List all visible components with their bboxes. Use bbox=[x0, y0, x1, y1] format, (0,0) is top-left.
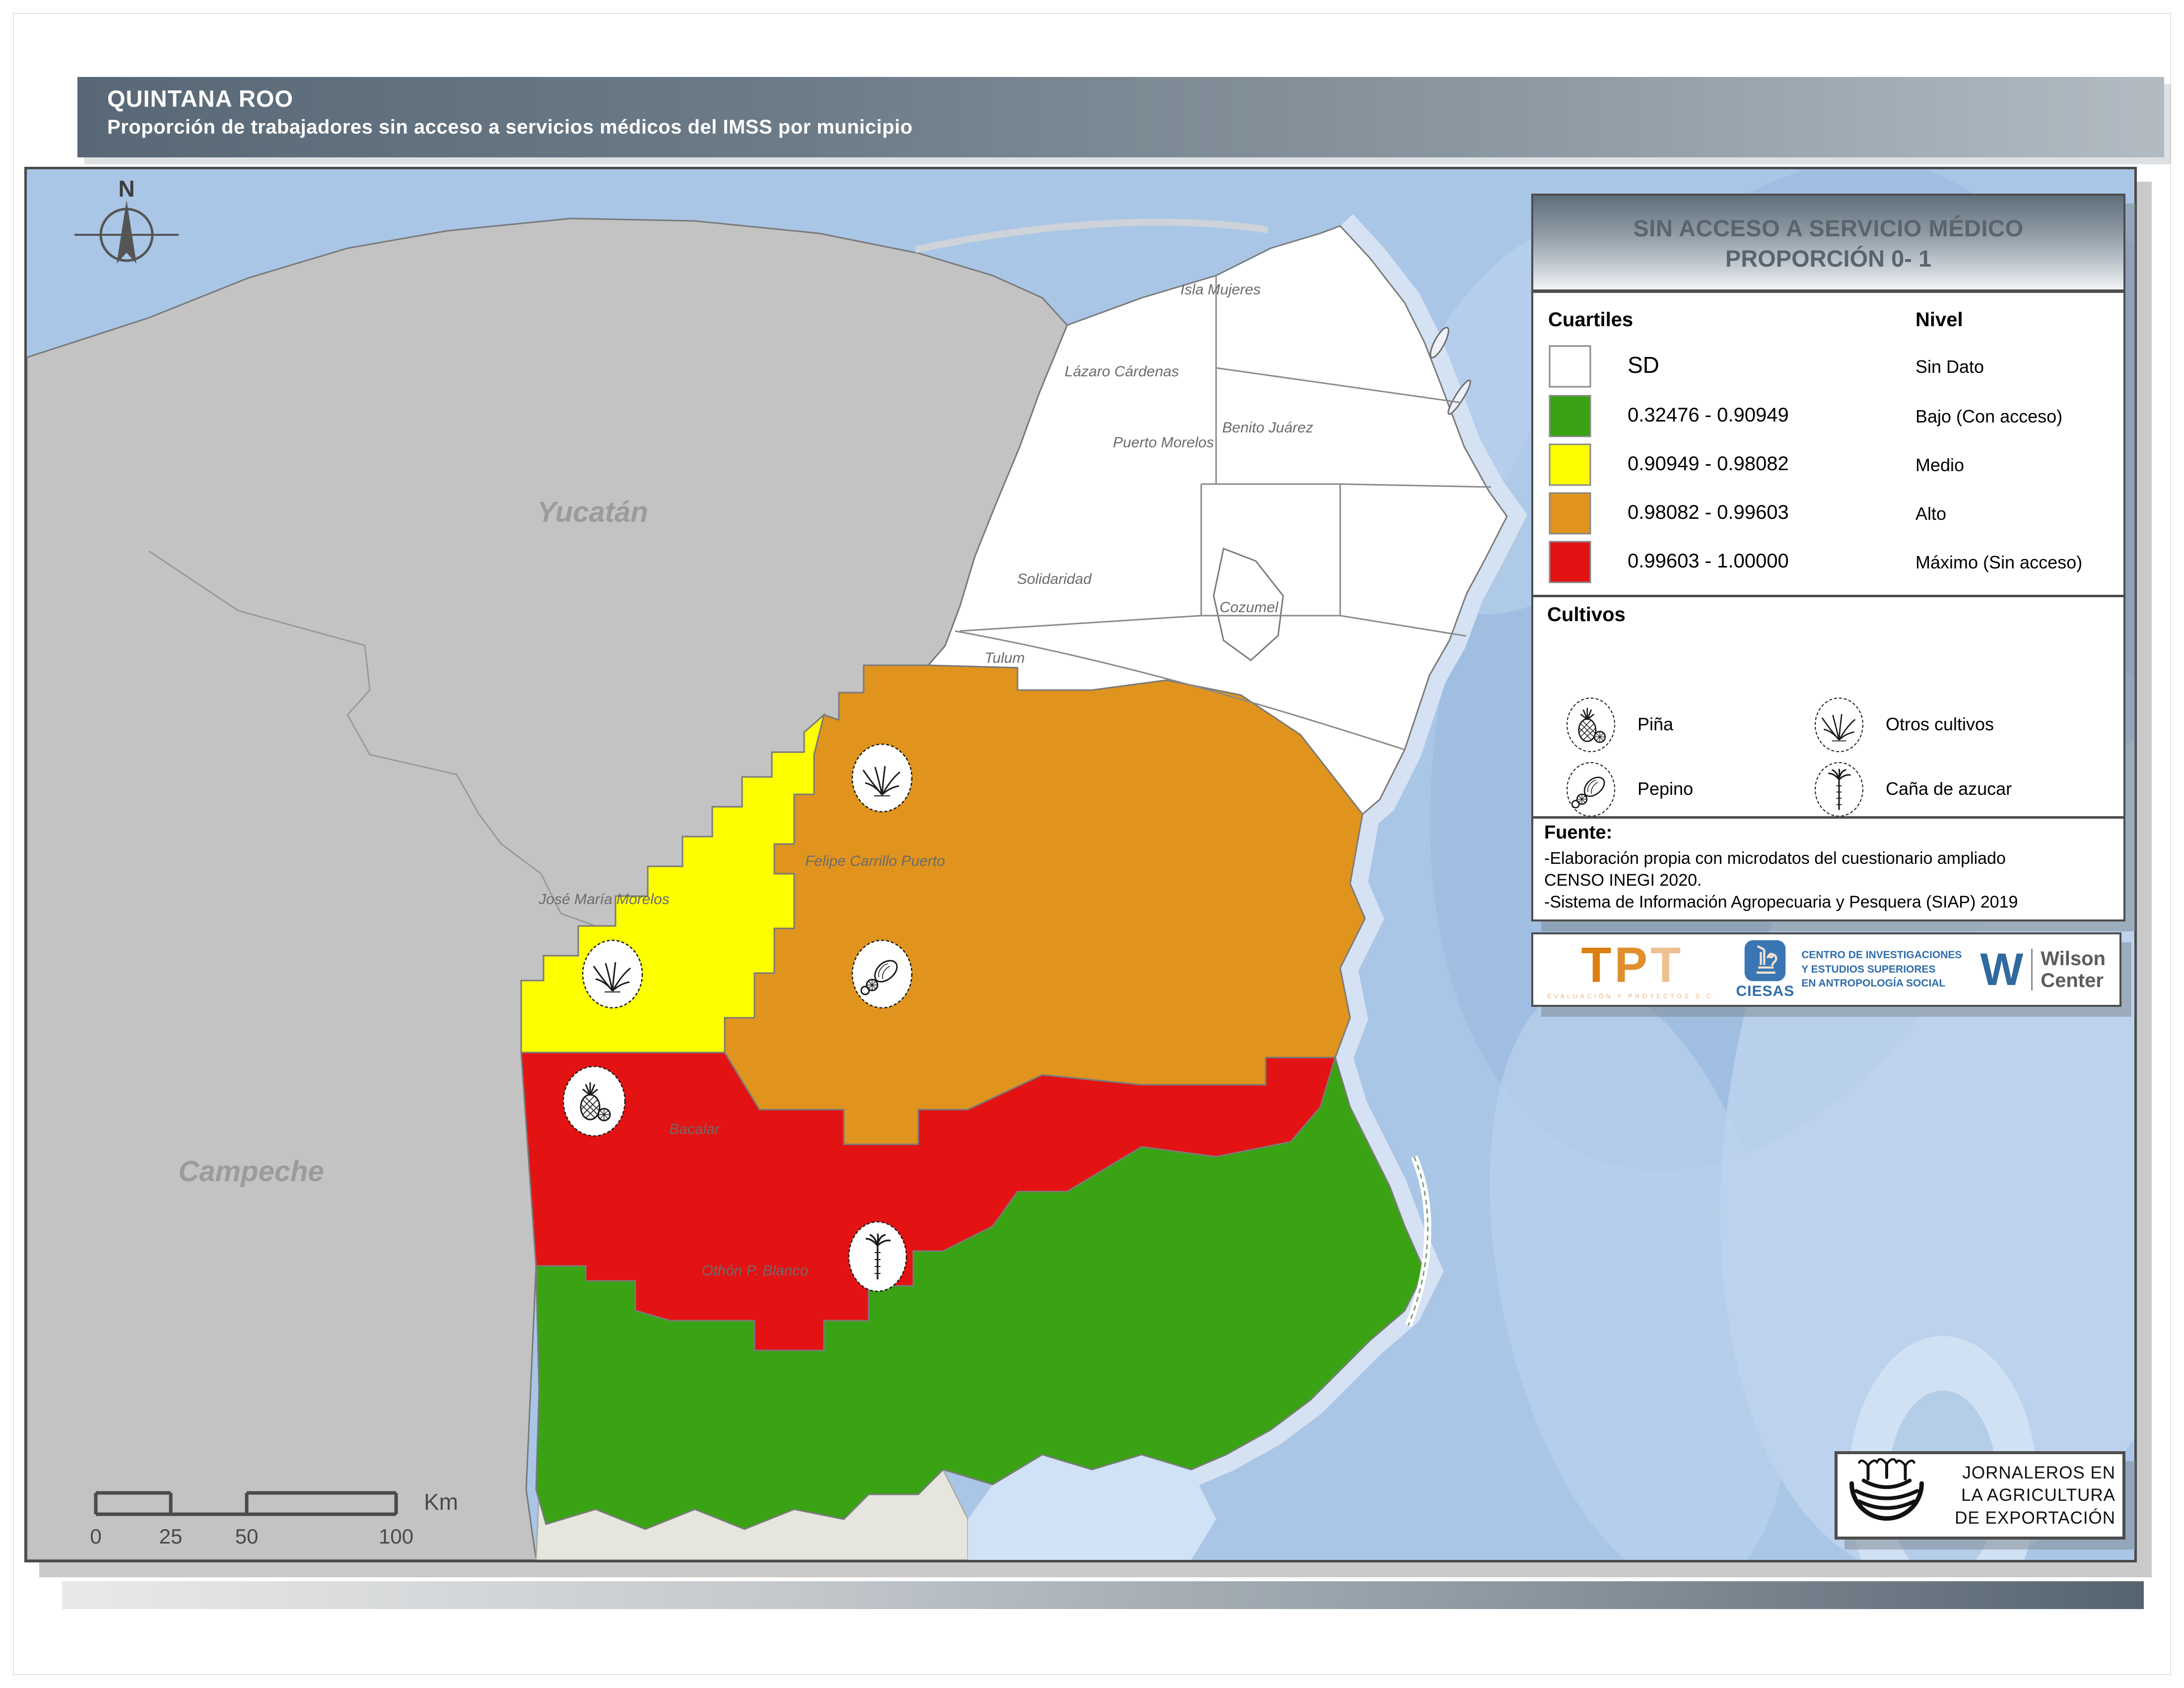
jornaleros-line: JORNALEROS EN bbox=[1934, 1462, 2116, 1484]
legend-header: SIN ACCESO A SERVICIO MÉDICO PROPORCIÓN … bbox=[1533, 196, 2123, 293]
fuente-title: Fuente: bbox=[1544, 822, 1612, 844]
muni-label-isla-mujeres: Isla Mujeres bbox=[1180, 281, 1261, 298]
cultivo-label-pepino: Pepino bbox=[1638, 778, 1693, 799]
legend-level: Sin Dato bbox=[1915, 356, 1984, 377]
jornaleros-line: DE EXPORTACIÓN bbox=[1934, 1507, 2116, 1530]
legend-level: Bajo (Con acceso) bbox=[1915, 406, 2062, 427]
legend-title-line2: PROPORCIÓN 0- 1 bbox=[1533, 245, 2123, 272]
swatch-alto bbox=[1548, 492, 1592, 535]
ciesas-line: EN ANTROPOLOGÍA SOCIAL bbox=[1801, 977, 1962, 990]
ciesas-acronym: CIESAS bbox=[1736, 983, 1795, 1000]
ciesas-logo: CIESAS CENTRO DE INVESTIGACIONES Y ESTUD… bbox=[1736, 939, 1962, 1000]
ciesas-icon bbox=[1744, 939, 1786, 982]
cucumber-icon bbox=[1563, 762, 1619, 817]
muni-label-lazaro-cardenas: Lázaro Cárdenas bbox=[1065, 363, 1179, 380]
logos-box: TPT EVALUACIÓN Y PROYECTOS S.C. CIESAS C… bbox=[1531, 932, 2121, 1007]
scale-tick-0: 0 bbox=[90, 1525, 101, 1548]
muni-label-benito-juarez: Benito Juárez bbox=[1222, 420, 1313, 436]
wilson-line: Wilson bbox=[2041, 948, 2106, 970]
pineapple-icon bbox=[1563, 697, 1619, 753]
legend-range: 0.90949 - 0.98082 bbox=[1628, 453, 1789, 475]
fuente-line: -Sistema de Información Agropecuaria y P… bbox=[1544, 893, 2018, 912]
cultivos-title: Cultivos bbox=[1547, 604, 1626, 626]
north-label: N bbox=[118, 176, 135, 202]
jornaleros-line: LA AGRICULTURA bbox=[1934, 1484, 2116, 1507]
page-title: QUINTANA ROO bbox=[77, 77, 2164, 112]
fuente-line: -Elaboración propia con microdatos del c… bbox=[1544, 849, 2006, 868]
jornaleros-text: JORNALEROS EN LA AGRICULTURA DE EXPORTAC… bbox=[1934, 1462, 2116, 1530]
legend-row-medio: 0.90949 - 0.98082 Medio bbox=[1533, 442, 2123, 490]
scale-tick-25: 25 bbox=[159, 1525, 183, 1548]
legend-panel: SIN ACCESO A SERVICIO MÉDICO PROPORCIÓN … bbox=[1531, 194, 2125, 921]
cultivo-label-pina: Piña bbox=[1638, 714, 1673, 735]
swatch-medio bbox=[1548, 443, 1592, 487]
legend-range: 0.99603 - 1.00000 bbox=[1628, 550, 1789, 572]
wilson-monogram: W bbox=[1980, 947, 2023, 992]
swatch-sd bbox=[1548, 345, 1592, 388]
legend-title-line1: SIN ACCESO A SERVICIO MÉDICO bbox=[1533, 214, 2123, 242]
scale-tick-100: 100 bbox=[379, 1525, 413, 1548]
legend-range: 0.98082 - 0.99603 bbox=[1628, 501, 1789, 524]
jornaleros-field-icon bbox=[1844, 1458, 1929, 1533]
legend-col-level: Nivel bbox=[1915, 309, 1963, 331]
ciesas-mark: CIESAS bbox=[1736, 939, 1795, 1000]
wilson-text: Wilson Center bbox=[2041, 948, 2106, 991]
cultivo-label-otros: Otros cultivos bbox=[1886, 714, 1994, 735]
legend-level: Máximo (Sin acceso) bbox=[1915, 552, 2082, 573]
ciesas-line: Y ESTUDIOS SUPERIORES bbox=[1801, 963, 1962, 977]
legend-row-maximo: 0.99603 - 1.00000 Máximo (Sin acceso) bbox=[1533, 539, 2123, 587]
ciesas-line: CENTRO DE INVESTIGACIONES bbox=[1801, 948, 1962, 962]
muni-label-puerto-morelos: Puerto Morelos bbox=[1113, 434, 1214, 451]
muni-label-othon-p-blanco: Othón P. Blanco bbox=[702, 1263, 809, 1279]
divider bbox=[1533, 595, 2123, 597]
wilson-line: Center bbox=[2041, 970, 2106, 991]
muni-label-tulum: Tulum bbox=[984, 650, 1024, 666]
divider bbox=[1533, 816, 2123, 819]
legend-range: SD bbox=[1628, 352, 1659, 378]
state-label-yucatan: Yucatán bbox=[537, 496, 648, 528]
jornaleros-logo-box: JORNALEROS EN LA AGRICULTURA DE EXPORTAC… bbox=[1835, 1451, 2125, 1540]
tpt-subtext: EVALUACIÓN Y PROYECTOS S.C. bbox=[1547, 993, 1718, 999]
legend-row-alto: 0.98082 - 0.99603 Alto bbox=[1533, 491, 2123, 538]
wilson-center-logo: W Wilson Center bbox=[1980, 947, 2106, 992]
muni-label-solidaridad: Solidaridad bbox=[1017, 571, 1092, 587]
ciesas-text: CENTRO DE INVESTIGACIONES Y ESTUDIOS SUP… bbox=[1801, 948, 1962, 990]
muni-label-cozumel: Cozumel bbox=[1220, 599, 1279, 616]
cultivos-row-1: Piña Otros cultivos bbox=[1533, 697, 2123, 757]
fuente-line: CENSO INEGI 2020. bbox=[1544, 871, 1702, 890]
other-crops-icon bbox=[583, 940, 642, 1008]
muni-label-felipe-carrillo-puerto: Felipe Carrillo Puerto bbox=[805, 853, 945, 869]
pineapple-icon bbox=[563, 1066, 625, 1136]
legend-level: Alto bbox=[1915, 503, 1946, 524]
cultivo-label-cana: Caña de azucar bbox=[1886, 778, 2012, 799]
legend-level: Medio bbox=[1915, 455, 1964, 476]
sugarcane-icon bbox=[1811, 762, 1867, 817]
legend-range: 0.32476 - 0.90949 bbox=[1628, 404, 1789, 426]
sugarcane-icon bbox=[849, 1222, 906, 1291]
legend-row-bajo: 0.32476 - 0.90949 Bajo (Con acceso) bbox=[1533, 393, 2123, 441]
muni-label-jose-maria-morelos: José María Morelos bbox=[538, 891, 669, 908]
muni-label-bacalar: Bacalar bbox=[669, 1121, 720, 1137]
legend-col-quartiles: Cuartiles bbox=[1548, 309, 1633, 331]
swatch-bajo bbox=[1548, 394, 1592, 438]
scale-unit: Km bbox=[424, 1489, 458, 1515]
divider bbox=[2031, 949, 2033, 990]
scale-tick-50: 50 bbox=[235, 1525, 259, 1548]
other-crops-icon bbox=[1811, 697, 1867, 753]
cucumber-icon bbox=[852, 940, 912, 1008]
legend-row-sd: SD Sin Dato bbox=[1533, 344, 2123, 391]
tpt-letters: TPT bbox=[1581, 940, 1684, 990]
cultivos-row-2: Pepino Caña de azucar bbox=[1533, 762, 2123, 821]
swatch-maximo bbox=[1548, 540, 1592, 584]
tpt-logo: TPT EVALUACIÓN Y PROYECTOS S.C. bbox=[1547, 940, 1718, 999]
title-bar: QUINTANA ROO Proporción de trabajadores … bbox=[77, 77, 2164, 157]
page-subtitle: Proporción de trabajadores sin acceso a … bbox=[77, 112, 2164, 139]
bottom-gradient-bar bbox=[62, 1581, 2144, 1609]
state-label-campeche: Campeche bbox=[178, 1155, 324, 1188]
other-crops-icon bbox=[852, 744, 912, 812]
